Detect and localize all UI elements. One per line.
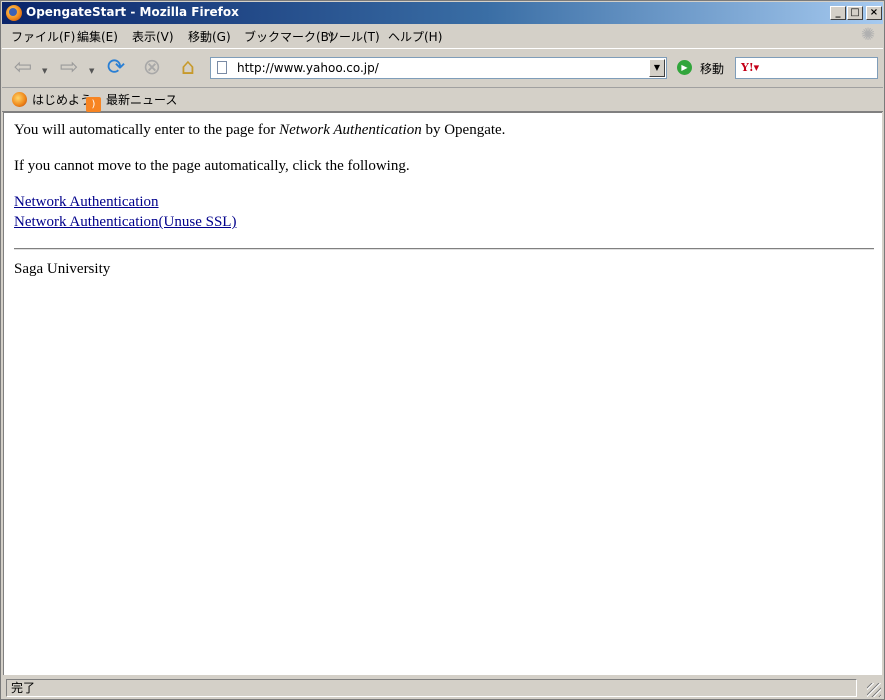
firefox-icon [6, 5, 22, 21]
url-history-dropdown[interactable]: ▼ [649, 59, 665, 77]
bookmark-latest-news[interactable]: ) 最新ニュース [86, 91, 178, 112]
bookmark-label: はじめよう [32, 93, 93, 107]
menu-edit[interactable]: 編集(E) [77, 28, 118, 45]
title-bar[interactable]: OpengateStart - Mozilla Firefox _ □ × [2, 2, 883, 24]
intro-text: You will automatically enter to the page… [14, 122, 280, 138]
bookmarks-toolbar: はじめよう ) 最新ニュース [2, 87, 883, 112]
yahoo-icon[interactable]: Y!▾ [741, 61, 759, 74]
throbber-icon: ✺ [860, 25, 876, 45]
network-authentication-link[interactable]: Network Authentication [14, 194, 159, 211]
instruction-paragraph: If you cannot move to the page automatic… [14, 158, 410, 174]
page-icon [217, 61, 227, 74]
bookmark-getting-started[interactable]: はじめよう [12, 91, 92, 107]
intro-paragraph: You will automatically enter to the page… [14, 122, 505, 139]
go-icon[interactable]: ▶ [677, 60, 692, 75]
divider [14, 248, 874, 250]
menu-bookmarks[interactable]: ブックマーク(B) [244, 28, 334, 45]
menu-go[interactable]: 移動(G) [188, 28, 231, 45]
home-icon[interactable]: ⌂ [173, 53, 203, 83]
status-bar: 完了 [2, 677, 883, 699]
status-text: 完了 [6, 679, 857, 697]
navigation-toolbar: ⇦ ▼ ⇨ ▼ ⟳ ⊗ ⌂ http://www.yahoo.co.jp/ ▼ … [2, 48, 883, 88]
bookmark-label: 最新ニュース [106, 93, 178, 107]
forward-arrow-icon[interactable]: ⇨ [54, 53, 84, 83]
stop-icon[interactable]: ⊗ [137, 53, 167, 83]
menu-view[interactable]: 表示(V) [132, 28, 174, 45]
back-arrow-icon[interactable]: ⇦ [8, 53, 38, 83]
close-button[interactable]: × [866, 6, 882, 20]
resize-grip[interactable] [867, 683, 881, 697]
menu-bar: ファイル(F) 編集(E) 表示(V) 移動(G) ブックマーク(B) ツール(… [2, 24, 883, 46]
menu-help[interactable]: ヘルプ(H) [388, 28, 442, 45]
firefox-icon [12, 92, 27, 107]
page-content: You will automatically enter to the page… [3, 112, 882, 675]
go-button-label[interactable]: 移動 [700, 60, 724, 77]
intro-text-end: by Opengate. [421, 122, 506, 138]
reload-icon[interactable]: ⟳ [101, 53, 131, 83]
rss-icon: ) [86, 97, 101, 112]
url-input[interactable]: http://www.yahoo.co.jp/ [237, 61, 379, 75]
footer-text: Saga University [14, 261, 111, 277]
network-authentication-unuse-ssl-link[interactable]: Network Authentication(Unuse SSL) [14, 214, 236, 231]
forward-history-dropdown[interactable]: ▼ [89, 67, 94, 75]
back-history-dropdown[interactable]: ▼ [42, 67, 47, 75]
intro-emphasis: Network Authentication [279, 122, 422, 138]
maximize-button[interactable]: □ [847, 6, 863, 20]
browser-window: OpengateStart - Mozilla Firefox _ □ × ファ… [0, 0, 885, 700]
menu-tools[interactable]: ツール(T) [327, 28, 380, 45]
url-bar[interactable]: http://www.yahoo.co.jp/ ▼ [210, 57, 667, 79]
window-title: OpengateStart - Mozilla Firefox [26, 5, 239, 19]
menu-file[interactable]: ファイル(F) [11, 28, 75, 45]
minimize-button[interactable]: _ [830, 6, 846, 20]
search-box[interactable]: Y!▾ [735, 57, 878, 79]
